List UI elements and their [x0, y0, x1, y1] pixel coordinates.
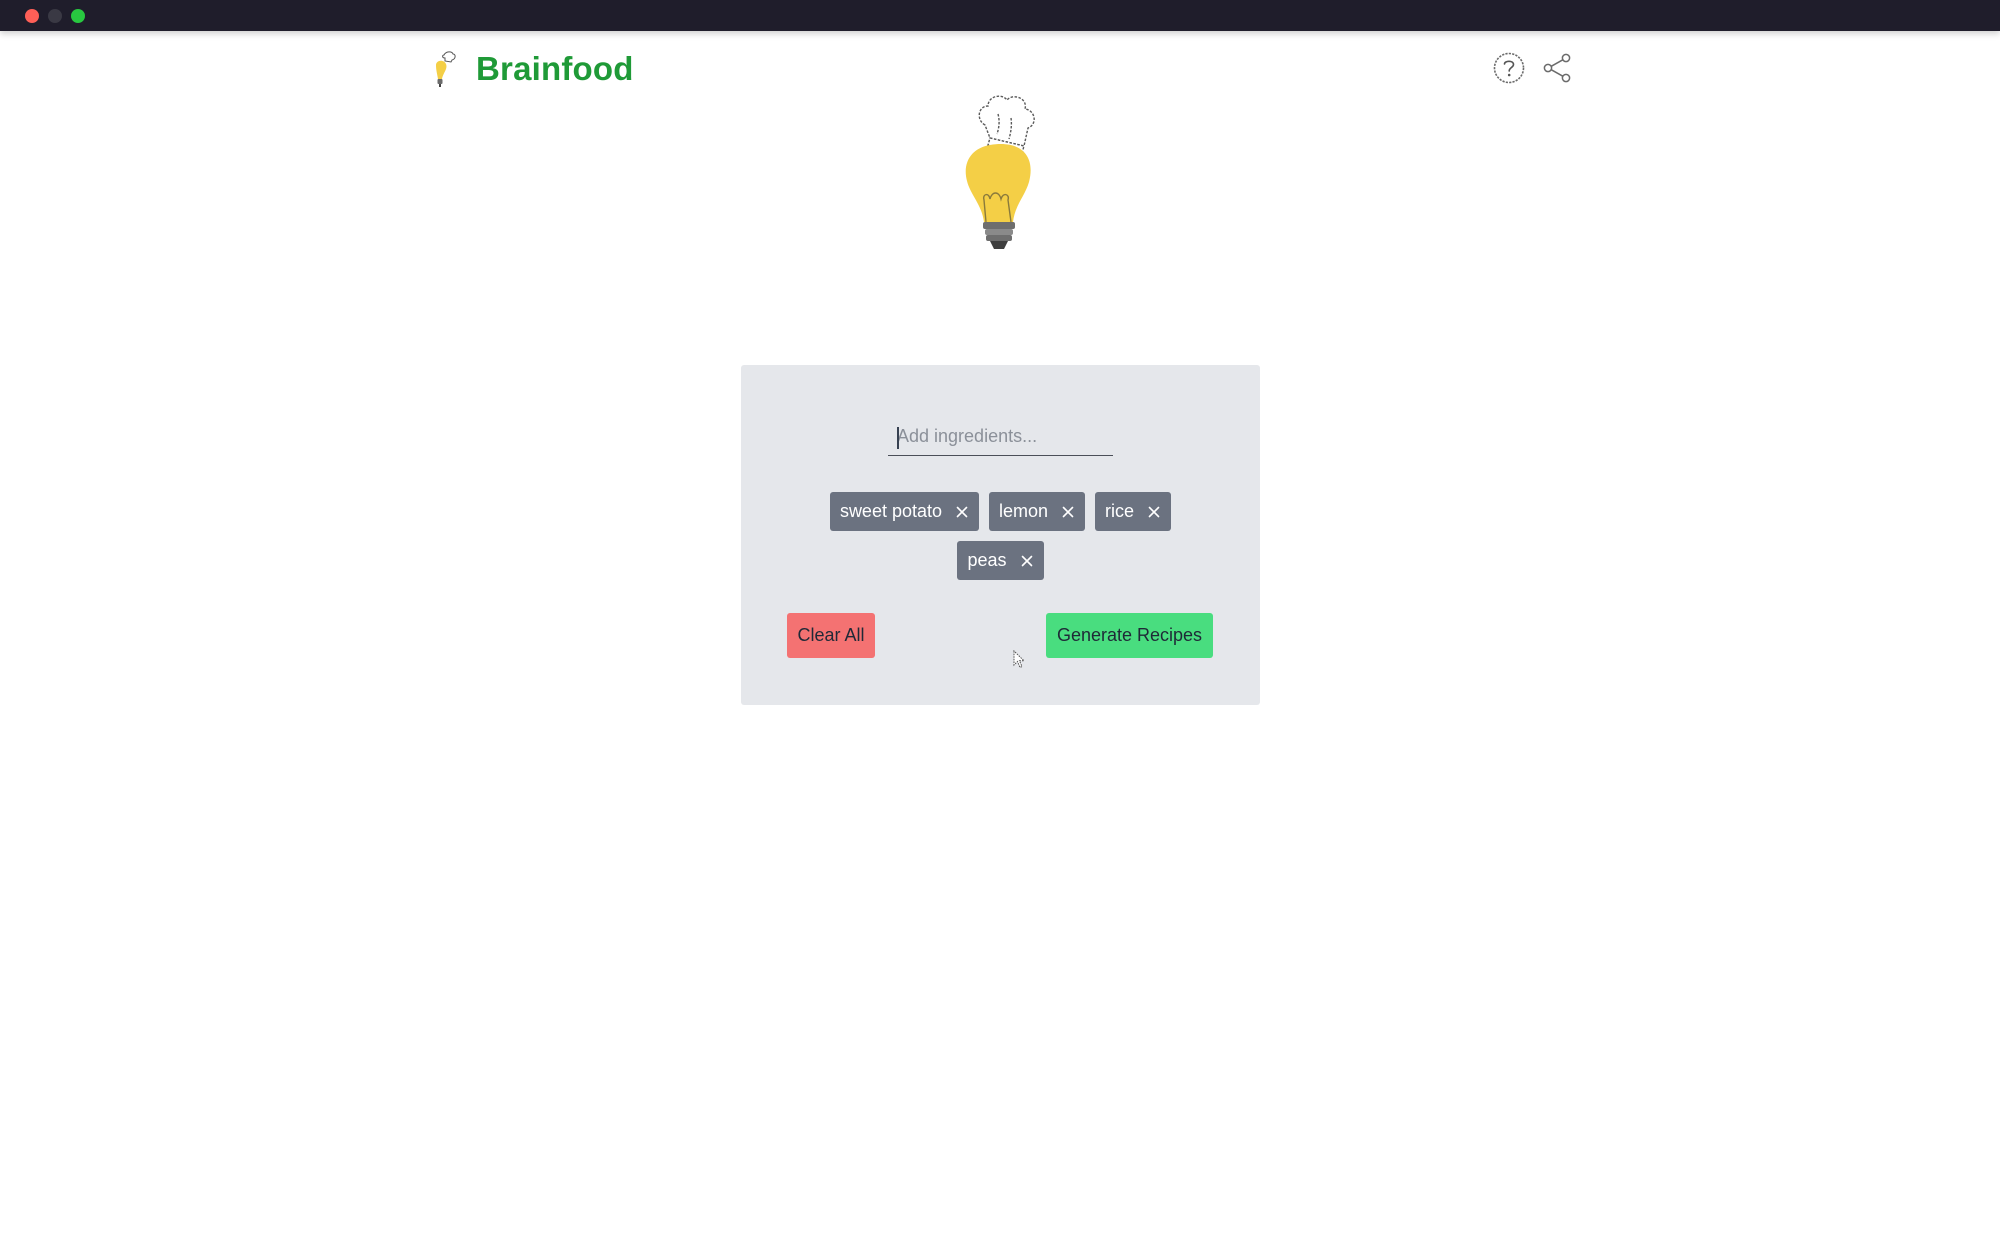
- ingredient-tag: peas: [957, 541, 1044, 580]
- brand-title: Brainfood: [476, 50, 634, 87]
- ingredient-tag-label: peas: [967, 550, 1007, 570]
- generate-recipes-button[interactable]: Generate Recipes: [1046, 613, 1213, 658]
- remove-ingredient-button[interactable]: [1147, 505, 1161, 519]
- remove-ingredient-button[interactable]: [955, 505, 969, 519]
- ingredient-input-wrapper: [888, 417, 1113, 456]
- ingredient-tag: lemon: [989, 492, 1086, 531]
- close-icon: [1021, 555, 1032, 566]
- ingredients-card: sweet potato lemon rice peas Clear All G…: [741, 365, 1260, 705]
- remove-ingredient-button[interactable]: [1061, 505, 1075, 519]
- close-icon: [1062, 506, 1074, 517]
- ingredient-tag-label: sweet potato: [839, 501, 943, 521]
- ingredient-tag: sweet potato: [829, 492, 980, 531]
- ingredient-tag-list: sweet potato lemon rice peas: [811, 492, 1190, 580]
- ingredient-tag: rice: [1095, 492, 1172, 531]
- remove-ingredient-button[interactable]: [1020, 554, 1034, 568]
- help-icon: [1493, 52, 1525, 84]
- text-caret: [897, 427, 899, 449]
- lightbulb-logo-icon: [436, 51, 456, 87]
- hero-illustration: [940, 90, 1070, 275]
- ingredient-input[interactable]: [888, 417, 1113, 455]
- lightbulb-chef-hat-icon: [965, 95, 1035, 249]
- mouse-pointer-icon: [1013, 650, 1026, 669]
- window-titlebar: [0, 0, 2000, 31]
- window-minimize-button[interactable]: [48, 9, 62, 23]
- window-close-button[interactable]: [25, 9, 39, 23]
- ingredient-tag-label: rice: [1105, 501, 1135, 521]
- share-button[interactable]: [1539, 50, 1575, 86]
- close-icon: [1148, 506, 1160, 517]
- help-button[interactable]: [1491, 50, 1527, 86]
- close-icon: [956, 506, 968, 517]
- home-logo-link[interactable]: Brainfood: [430, 48, 634, 90]
- share-icon: [1543, 53, 1571, 83]
- header-actions: [1491, 50, 1575, 86]
- clear-all-button[interactable]: Clear All: [787, 613, 875, 658]
- window-zoom-button[interactable]: [71, 9, 85, 23]
- ingredient-tag-label: lemon: [999, 501, 1049, 521]
